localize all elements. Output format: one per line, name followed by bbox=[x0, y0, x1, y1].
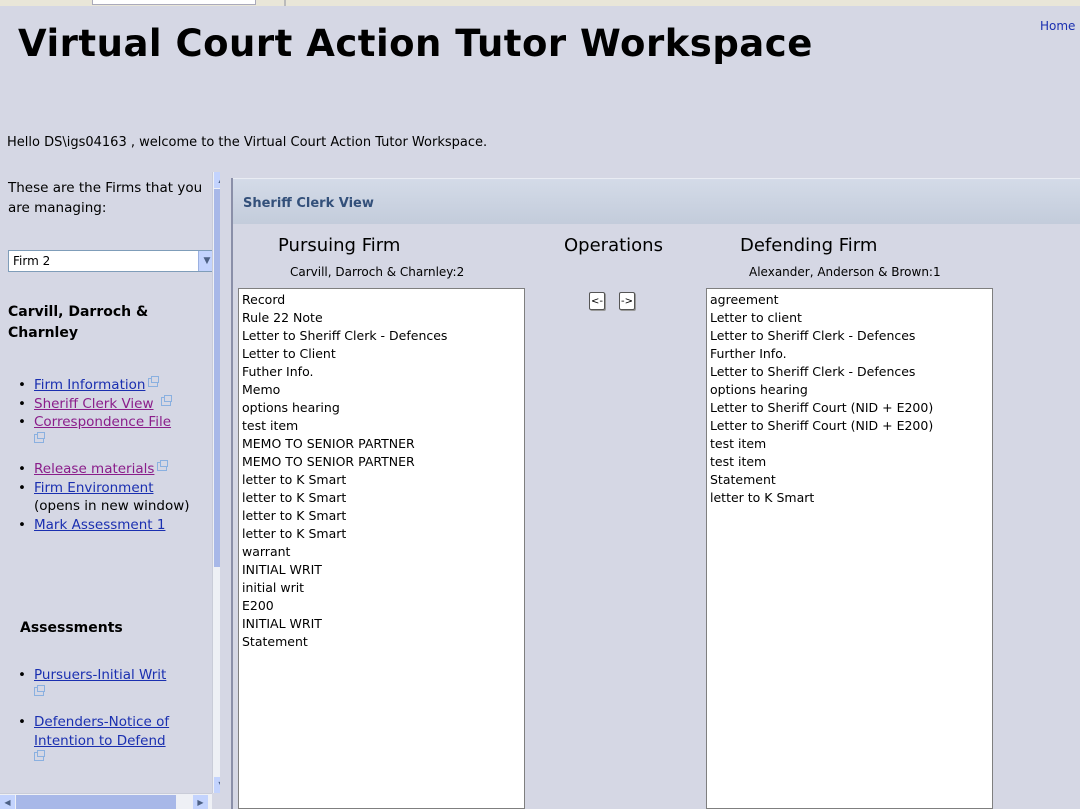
list-item[interactable]: options hearing bbox=[710, 381, 989, 399]
pursuing-firm-heading: Pursuing Firm bbox=[278, 235, 401, 256]
assessments-heading: Assessments bbox=[20, 620, 123, 636]
home-link[interactable]: Home bbox=[1040, 19, 1075, 33]
new-window-icon[interactable] bbox=[34, 684, 45, 696]
list-item[interactable]: test item bbox=[710, 453, 989, 471]
defenders-notice-link[interactable]: Defenders-Notice of Intention to Defend bbox=[34, 714, 169, 749]
list-item[interactable]: Statement bbox=[242, 633, 521, 651]
list-item[interactable]: INITIAL WRIT bbox=[242, 561, 521, 579]
release-materials-link[interactable]: Release materials bbox=[34, 461, 154, 477]
scroll-up-arrow-icon[interactable]: ▲ bbox=[214, 172, 220, 188]
list-item[interactable]: INITIAL WRIT bbox=[242, 615, 521, 633]
assessments-list: Pursuers-Initial Writ Defenders-Notice o… bbox=[18, 666, 210, 769]
move-right-button[interactable]: -> bbox=[619, 292, 635, 310]
list-item[interactable]: Further Info. bbox=[710, 345, 989, 363]
list-item[interactable]: options hearing bbox=[242, 399, 521, 417]
sheriff-clerk-panel: Sheriff Clerk View Pursuing Firm Carvill… bbox=[231, 178, 1080, 809]
new-window-icon[interactable] bbox=[34, 750, 45, 761]
scroll-thumb[interactable] bbox=[16, 795, 176, 809]
pursuing-items-listbox[interactable]: Record Rule 22 Note Letter to Sheriff Cler… bbox=[238, 288, 525, 809]
defending-firm-name: Alexander, Anderson & Brown:1 bbox=[749, 265, 941, 279]
list-item[interactable]: Letter to Sheriff Clerk - Defences bbox=[710, 363, 989, 381]
list-item[interactable]: test item bbox=[242, 417, 521, 435]
scroll-left-arrow-icon[interactable]: ◀ bbox=[0, 795, 15, 809]
sidebar-horizontal-scrollbar[interactable]: ◀ ▶ bbox=[0, 793, 212, 809]
opens-new-window-note: (opens in new window) bbox=[34, 498, 190, 514]
browser-top-strip bbox=[0, 0, 1080, 6]
list-item[interactable]: initial writ bbox=[242, 579, 521, 597]
correspondence-file-link[interactable]: Correspondence File bbox=[34, 414, 171, 430]
scroll-thumb[interactable] bbox=[214, 189, 220, 567]
firm-environment-link[interactable]: Firm Environment bbox=[34, 480, 154, 496]
firm-select-value: Firm 2 bbox=[13, 254, 51, 268]
list-item[interactable]: letter to K Smart bbox=[242, 489, 521, 507]
divider bbox=[284, 0, 286, 6]
firm-name: Carvill, Darroch & Charnley bbox=[8, 304, 149, 341]
list-item[interactable]: Record bbox=[242, 291, 521, 309]
browser-tab[interactable] bbox=[92, 0, 256, 5]
assessment-item: Defenders-Notice of Intention to Defend bbox=[18, 713, 210, 769]
nav-item-sheriff-clerk-view: Sheriff Clerk View bbox=[18, 394, 210, 414]
list-item[interactable]: warrant bbox=[242, 543, 521, 561]
list-item[interactable]: E200 bbox=[242, 597, 521, 615]
list-item[interactable]: Letter to Sheriff Clerk - Defences bbox=[242, 327, 521, 345]
sheriff-clerk-view-link[interactable]: Sheriff Clerk View bbox=[34, 396, 154, 412]
firm-nav-list: Firm Information Sheriff Clerk View Corr… bbox=[18, 376, 210, 534]
move-left-button[interactable]: <- bbox=[589, 292, 605, 310]
panel-title: Sheriff Clerk View bbox=[233, 178, 1080, 224]
assessment-item: Pursuers-Initial Writ bbox=[18, 666, 210, 703]
list-item[interactable]: letter to K Smart bbox=[710, 489, 989, 507]
welcome-message: Hello DS\igs04163 , welcome to the Virtu… bbox=[7, 135, 488, 150]
list-item[interactable]: Letter to Client bbox=[242, 345, 521, 363]
list-item[interactable]: Memo bbox=[242, 381, 521, 399]
scroll-down-arrow-icon[interactable]: ▼ bbox=[214, 777, 220, 793]
new-window-icon[interactable] bbox=[148, 376, 160, 387]
firm-select[interactable]: Firm 2 ▼ bbox=[8, 250, 216, 272]
list-item[interactable]: Futher Info. bbox=[242, 363, 521, 381]
nav-item-release-materials: Release materials bbox=[18, 460, 210, 479]
new-window-icon[interactable] bbox=[34, 431, 45, 443]
nav-item-mark-assessment: Mark Assessment 1 bbox=[18, 516, 210, 535]
list-item[interactable]: MEMO TO SENIOR PARTNER bbox=[242, 453, 521, 471]
list-item[interactable]: Letter to Sheriff Court (NID + E200) bbox=[710, 417, 989, 435]
mark-assessment-link[interactable]: Mark Assessment 1 bbox=[34, 517, 165, 533]
sidebar: These are the Firms that you are managin… bbox=[0, 172, 220, 809]
scroll-right-arrow-icon[interactable]: ▶ bbox=[193, 795, 208, 809]
list-item[interactable]: MEMO TO SENIOR PARTNER bbox=[242, 435, 521, 453]
list-item[interactable]: agreement bbox=[710, 291, 989, 309]
sidebar-vertical-scrollbar[interactable]: ▲ ▼ bbox=[212, 172, 220, 793]
list-item[interactable]: letter to K Smart bbox=[242, 471, 521, 489]
operations-heading: Operations bbox=[564, 235, 663, 256]
pursuing-firm-name: Carvill, Darroch & Charnley:2 bbox=[290, 265, 465, 279]
list-item[interactable]: test item bbox=[710, 435, 989, 453]
firm-information-link[interactable]: Firm Information bbox=[34, 377, 145, 393]
nav-item-firm-environment: Firm Environment (opens in new window) bbox=[18, 479, 210, 516]
new-window-icon[interactable] bbox=[160, 394, 172, 406]
list-item[interactable]: Letter to Sheriff Court (NID + E200) bbox=[710, 399, 989, 417]
new-window-icon[interactable] bbox=[157, 460, 169, 471]
list-item[interactable]: Statement bbox=[710, 471, 989, 489]
firms-intro-text: These are the Firms that you are managin… bbox=[8, 180, 203, 216]
list-item[interactable]: letter to K Smart bbox=[242, 525, 521, 543]
list-item[interactable]: Rule 22 Note bbox=[242, 309, 521, 327]
list-item[interactable]: Letter to Sheriff Clerk - Defences bbox=[710, 327, 989, 345]
defending-items-listbox[interactable]: agreement Letter to client Letter to Sheri… bbox=[706, 288, 993, 809]
list-item[interactable]: Letter to client bbox=[710, 309, 989, 327]
list-item[interactable]: letter to K Smart bbox=[242, 507, 521, 525]
pursuers-initial-writ-link[interactable]: Pursuers-Initial Writ bbox=[34, 667, 166, 683]
page-title: Virtual Court Action Tutor Workspace bbox=[18, 22, 813, 65]
nav-item-correspondence-file: Correspondence File bbox=[18, 413, 210, 450]
nav-item-firm-information: Firm Information bbox=[18, 376, 210, 395]
defending-firm-heading: Defending Firm bbox=[740, 235, 878, 256]
